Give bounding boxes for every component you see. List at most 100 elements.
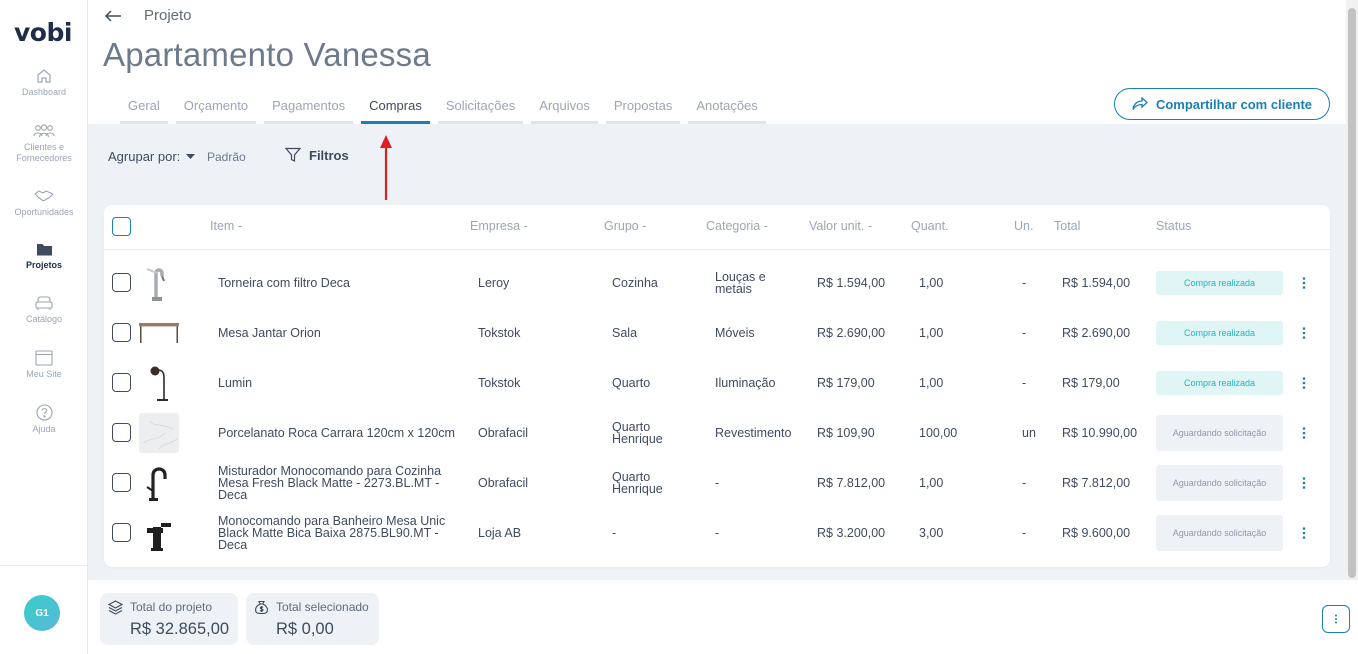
tab-geral[interactable]: Geral bbox=[120, 98, 168, 124]
item-empresa: Leroy bbox=[478, 276, 510, 290]
sidebar-item-catalogo[interactable]: Catálogo bbox=[0, 296, 88, 325]
filters-button[interactable]: Filtros bbox=[285, 147, 349, 163]
item-name: Porcelanato Roca Carrara 120cm x 120cm bbox=[218, 426, 455, 440]
tab-solicitacoes[interactable]: Solicitações bbox=[437, 98, 524, 124]
item-grupo: Cozinha bbox=[612, 276, 658, 290]
item-valor-unit: R$ 3.200,00 bbox=[817, 526, 886, 540]
avatar[interactable]: G1 bbox=[24, 595, 60, 631]
item-quant: 1,00 bbox=[919, 326, 944, 340]
tab-compras[interactable]: Compras bbox=[361, 98, 430, 124]
status-badge: Aguardando solicitação bbox=[1156, 415, 1283, 451]
item-un: - bbox=[1022, 476, 1027, 490]
item-categoria: Louças e metais bbox=[715, 270, 766, 296]
item-valor-unit: R$ 7.812,00 bbox=[817, 476, 886, 490]
table-row[interactable]: Porcelanato Roca Carrara 120cm x 120cm O… bbox=[104, 408, 1330, 458]
row-checkbox[interactable] bbox=[112, 423, 131, 442]
table-row[interactable]: Torneira com filtro Deca Leroy Cozinha L… bbox=[104, 258, 1330, 308]
item-grupo: Quarto Henrique bbox=[612, 470, 663, 496]
sidebar-item-ajuda[interactable]: Ajuda bbox=[0, 404, 88, 435]
sidebar-item-label: Projetos bbox=[25, 260, 62, 270]
row-checkbox[interactable] bbox=[112, 273, 131, 292]
more-options-icon[interactable] bbox=[1300, 525, 1308, 541]
folder-icon bbox=[36, 244, 52, 256]
more-options-icon[interactable] bbox=[1300, 375, 1308, 391]
select-all-checkbox[interactable] bbox=[112, 217, 131, 236]
item-valor-unit: R$ 1.594,00 bbox=[817, 276, 886, 290]
purchases-table: Item - Empresa - Grupo - Categoria - Val… bbox=[104, 205, 1330, 567]
item-name: Monocomando para Banheiro Mesa Unic Blac… bbox=[218, 514, 446, 552]
layers-icon bbox=[108, 600, 123, 615]
tab-pagamentos[interactable]: Pagamentos bbox=[264, 98, 354, 124]
item-empresa: Tokstok bbox=[478, 326, 521, 340]
item-total: R$ 7.812,00 bbox=[1062, 476, 1131, 490]
column-header-total: Total bbox=[1054, 219, 1081, 233]
tab-orcamento[interactable]: Orçamento bbox=[175, 98, 257, 124]
total-selected-card: Total selecionado R$ 0,00 bbox=[246, 593, 379, 645]
filters-label: Filtros bbox=[309, 147, 349, 163]
table-row[interactable]: Lumin Tokstok Quarto Iluminação R$ 179,0… bbox=[104, 358, 1330, 408]
sidebar-item-projetos[interactable]: Projetos bbox=[0, 242, 88, 271]
row-checkbox[interactable] bbox=[112, 323, 131, 342]
table-header: Item - Empresa - Grupo - Categoria - Val… bbox=[104, 205, 1330, 250]
group-by-label: Agrupar por: bbox=[108, 149, 181, 164]
column-header-empresa[interactable]: Empresa - bbox=[470, 219, 528, 233]
more-options-icon[interactable] bbox=[1300, 475, 1308, 491]
scrollbar-thumb[interactable] bbox=[1348, 8, 1356, 578]
sidebar-item-clientes[interactable]: Clientes e Fornecedores bbox=[0, 123, 88, 164]
column-header-valor-unit[interactable]: Valor unit. - bbox=[809, 219, 872, 233]
column-header-item[interactable]: Item - bbox=[210, 219, 242, 233]
back-arrow-icon[interactable] bbox=[102, 7, 124, 25]
vobi-logo[interactable]: vobi bbox=[14, 18, 72, 47]
group-by-dropdown[interactable]: Agrupar por: bbox=[108, 149, 196, 164]
browser-icon bbox=[35, 350, 53, 366]
item-un: un bbox=[1022, 426, 1036, 440]
footer-more-options-button[interactable] bbox=[1322, 605, 1350, 633]
total-project-card: Total do projeto R$ 32.865,00 bbox=[100, 593, 238, 645]
item-name: Mesa Jantar Orion bbox=[218, 326, 321, 340]
table-row[interactable]: Monocomando para Banheiro Mesa Unic Blac… bbox=[104, 508, 1330, 558]
row-checkbox[interactable] bbox=[112, 523, 131, 542]
item-categoria: Iluminação bbox=[715, 376, 776, 390]
sidebar-item-label: Clientes e Fornecedores bbox=[16, 142, 72, 163]
total-selected-value: R$ 0,00 bbox=[276, 620, 334, 638]
item-un: - bbox=[1022, 276, 1027, 290]
page-title: Apartamento Vanessa bbox=[103, 36, 431, 73]
tab-propostas[interactable]: Propostas bbox=[605, 98, 681, 124]
column-header-grupo[interactable]: Grupo - bbox=[604, 219, 646, 233]
sidebar-item-meu-site[interactable]: Meu Site bbox=[0, 350, 88, 380]
item-empresa: Obrafacil bbox=[478, 426, 529, 440]
column-header-un: Un. bbox=[1014, 219, 1034, 233]
share-with-client-button[interactable]: Compartilhar com cliente bbox=[1114, 88, 1330, 120]
item-empresa: Loja AB bbox=[478, 526, 522, 540]
status-badge: Compra realizada bbox=[1156, 271, 1283, 295]
breadcrumb[interactable]: Projeto bbox=[144, 7, 192, 24]
more-options-icon[interactable] bbox=[1300, 275, 1308, 291]
more-options-icon[interactable] bbox=[1300, 425, 1308, 441]
item-valor-unit: R$ 109,90 bbox=[817, 426, 875, 440]
share-icon bbox=[1132, 97, 1148, 110]
item-valor-unit: R$ 179,00 bbox=[817, 376, 875, 390]
tab-arquivos[interactable]: Arquivos bbox=[531, 98, 598, 124]
item-grupo: - bbox=[612, 526, 617, 540]
sidebar-item-oportunidades[interactable]: Oportunidades bbox=[0, 188, 88, 218]
row-checkbox[interactable] bbox=[112, 473, 131, 492]
table-row[interactable]: Mesa Jantar Orion Tokstok Sala Móveis R$… bbox=[104, 308, 1330, 358]
item-empresa: Tokstok bbox=[478, 376, 521, 390]
total-project-value: R$ 32.865,00 bbox=[130, 620, 230, 638]
item-total: R$ 2.690,00 bbox=[1062, 326, 1131, 340]
item-categoria: Móveis bbox=[715, 326, 755, 340]
item-name: Lumin bbox=[218, 376, 253, 390]
total-project-label: Total do projeto bbox=[130, 600, 213, 614]
tile-thumbnail bbox=[139, 413, 179, 453]
tab-anotacoes[interactable]: Anotações bbox=[688, 98, 766, 124]
item-empresa: Obrafacil bbox=[478, 476, 529, 490]
sidebar-divider bbox=[0, 565, 88, 566]
row-checkbox[interactable] bbox=[112, 373, 131, 392]
table-thumbnail bbox=[139, 323, 179, 343]
sidebar-item-dashboard[interactable]: Dashboard bbox=[0, 68, 88, 98]
column-header-categoria[interactable]: Categoria - bbox=[706, 219, 768, 233]
status-badge: Aguardando solicitação bbox=[1156, 515, 1283, 551]
group-by-value[interactable]: Padrão bbox=[207, 150, 246, 164]
more-options-icon[interactable] bbox=[1300, 325, 1308, 341]
table-row[interactable]: Misturador Monocomando para Cozinha Mesa… bbox=[104, 458, 1330, 508]
